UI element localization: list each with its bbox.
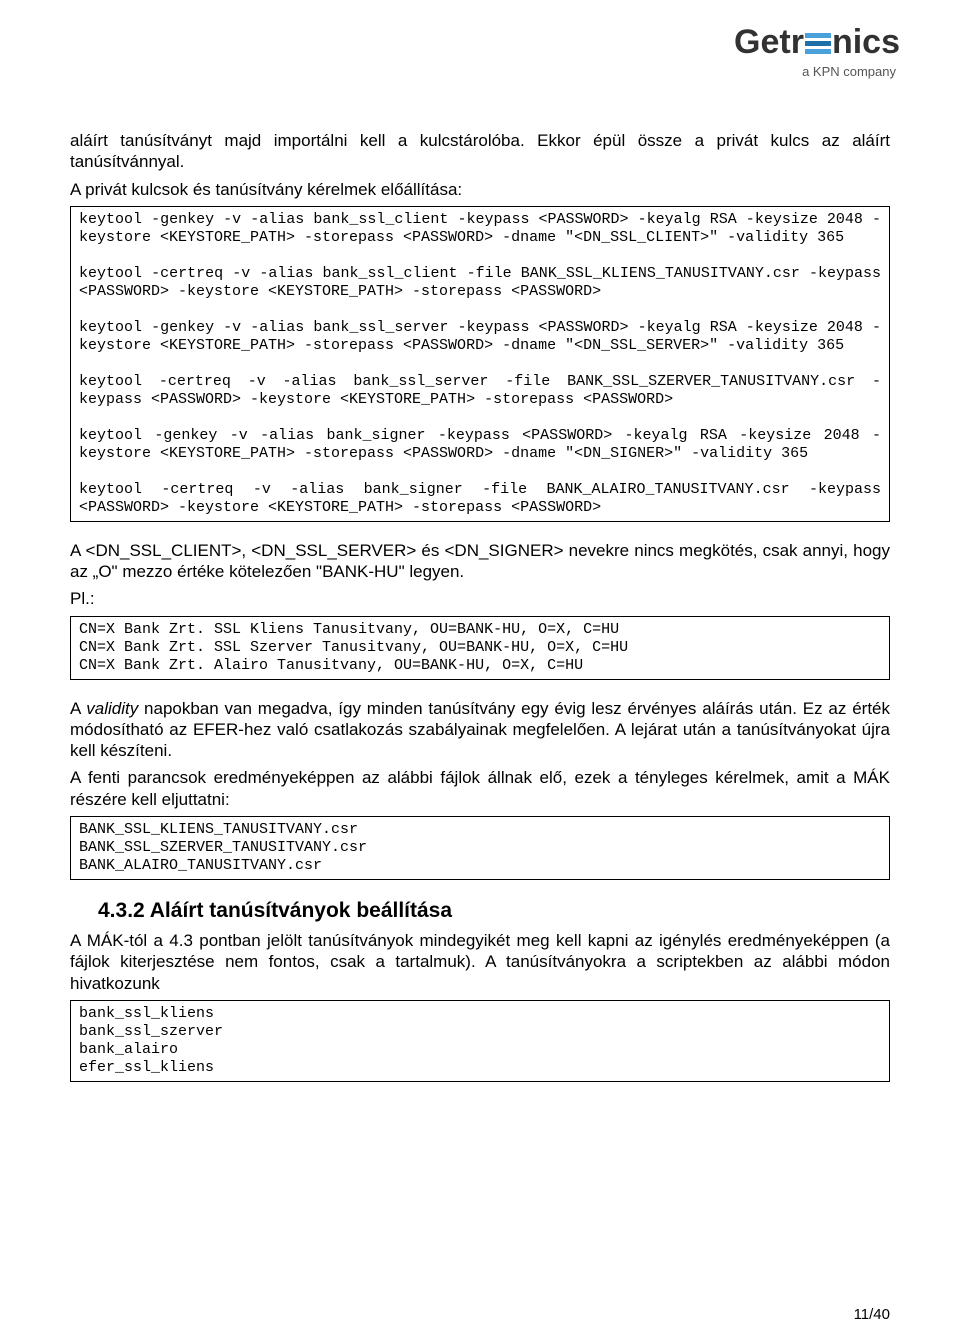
company-logo: Getr nics a KPN company — [734, 25, 900, 78]
result-files-paragraph: A fenti parancsok eredményeképpen az alá… — [70, 767, 890, 810]
page-number: 11/40 — [854, 1306, 890, 1323]
logo-bars-icon — [805, 27, 831, 49]
page-content: aláírt tanúsítványt majd importálni kell… — [70, 130, 890, 1082]
dn-note-paragraph: A <DN_SSL_CLIENT>, <DN_SSL_SERVER> és <D… — [70, 540, 890, 583]
code-block-script-refs: bank_ssl_kliens bank_ssl_szerver bank_al… — [70, 1000, 890, 1082]
logo-text-left: Getr — [734, 23, 804, 61]
validity-paragraph: A validity napokban van megadva, így min… — [70, 698, 890, 762]
section-heading-4-3-2: 4.3.2 Aláírt tanúsítványok beállítása — [98, 898, 890, 924]
code-block-keytool: keytool -genkey -v -alias bank_ssl_clien… — [70, 206, 890, 522]
intro-paragraph-2: A privát kulcsok és tanúsítvány kérelmek… — [70, 179, 890, 200]
document-page: Getr nics a KPN company aláírt tanúsítvá… — [0, 0, 960, 1343]
section-paragraph: A MÁK-tól a 4.3 pontban jelölt tanúsítvá… — [70, 930, 890, 994]
code-block-cn-examples: CN=X Bank Zrt. SSL Kliens Tanusitvany, O… — [70, 616, 890, 680]
validity-prefix: A — [70, 699, 86, 718]
validity-italic: validity — [86, 699, 138, 718]
validity-rest: napokban van megadva, így minden tanúsít… — [70, 699, 890, 761]
example-label: Pl.: — [70, 588, 890, 609]
code-block-csr-files: BANK_SSL_KLIENS_TANUSITVANY.csr BANK_SSL… — [70, 816, 890, 880]
intro-paragraph-1: aláírt tanúsítványt majd importálni kell… — [70, 130, 890, 173]
logo-tagline: a KPN company — [734, 65, 900, 78]
logo-wordmark: Getr nics — [734, 25, 900, 59]
logo-text-right: nics — [832, 23, 900, 61]
